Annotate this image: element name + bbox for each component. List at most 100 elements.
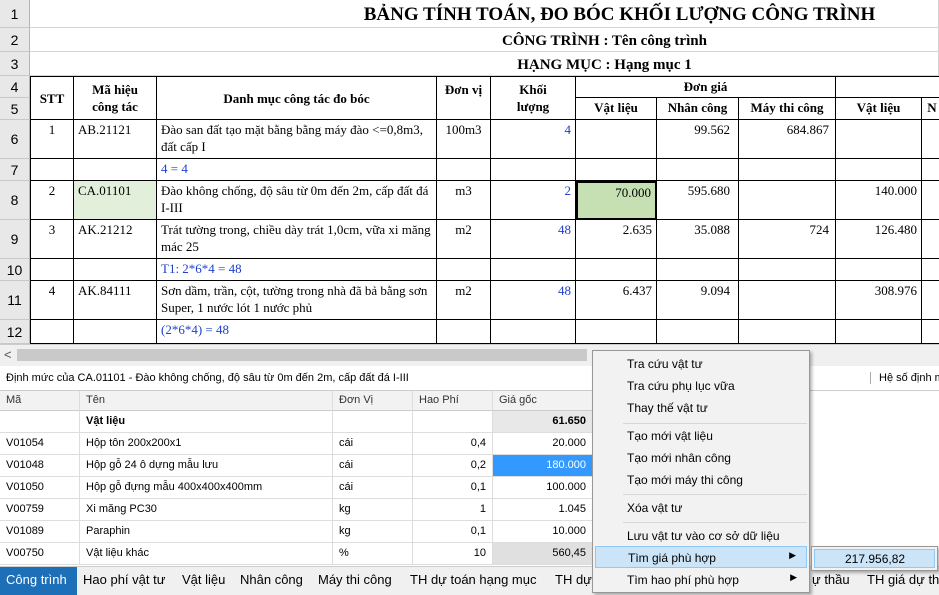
table-cell-code[interactable]: V00759: [0, 499, 80, 521]
cell[interactable]: [576, 159, 657, 181]
cell-labor-price[interactable]: 99.562: [657, 120, 739, 159]
cell-material-total[interactable]: 308.976: [836, 281, 922, 320]
table-cell-unit[interactable]: cái: [333, 455, 413, 477]
menu-item-luu-vat-tu[interactable]: Lưu vật tư vào cơ sở dữ liệu: [595, 525, 807, 547]
norm-grid[interactable]: Mã Tên Đơn Vị Hao Phí Giá gốc Vật liệu 6…: [0, 391, 600, 565]
spreadsheet[interactable]: 1 2 3 4 5 6 7 8 9 10 11 12 BẢNG TÍNH TOÁ…: [0, 0, 939, 344]
cell-quantity[interactable]: 48: [491, 220, 576, 259]
row-header[interactable]: 9: [0, 220, 30, 259]
menu-item-tra-cuu-vat-tu[interactable]: Tra cứu vật tư: [595, 353, 807, 375]
tab-may-thi-cong[interactable]: Máy thi công: [314, 567, 396, 595]
cell-labor-price[interactable]: 35.088: [657, 220, 739, 259]
row-header[interactable]: 3: [0, 52, 30, 76]
table-cell-consumption[interactable]: 1: [413, 499, 493, 521]
tab-th-gia-du-thau[interactable]: TH giá dự th: [863, 567, 939, 595]
table-cell-name[interactable]: Xi măng PC30: [80, 499, 333, 521]
cell[interactable]: [922, 159, 939, 181]
table-cell-unit[interactable]: kg: [333, 499, 413, 521]
table-cell-name[interactable]: Hộp gỗ 24 ô dựng mẫu lưu: [80, 455, 333, 477]
cell-unit[interactable]: m3: [437, 181, 491, 220]
cell[interactable]: [437, 159, 491, 181]
row-header[interactable]: 7: [0, 159, 30, 181]
cell-material-total[interactable]: 140.000: [836, 181, 922, 220]
cell-labor-price[interactable]: 595.680: [657, 181, 739, 220]
column-header-code[interactable]: Mã: [0, 391, 80, 411]
menu-item-xoa-vat-tu[interactable]: Xóa vật tư: [595, 497, 807, 519]
tab-nhan-cong[interactable]: Nhân công: [236, 567, 307, 595]
table-cell-code[interactable]: V01054: [0, 433, 80, 455]
table-cell-price-selected[interactable]: 180.000: [493, 455, 593, 477]
table-cell-price[interactable]: 560,45: [493, 543, 593, 565]
row-header[interactable]: 10: [0, 259, 30, 281]
menu-item-tim-hao-phi-phu-hop[interactable]: Tìm hao phí phù hợp ▶: [595, 569, 807, 591]
cell[interactable]: [836, 159, 922, 181]
table-cell-code[interactable]: V01089: [0, 521, 80, 543]
table-cell-unit[interactable]: cái: [333, 433, 413, 455]
cell-code[interactable]: CA.01101: [74, 181, 157, 220]
cell-description[interactable]: Đào không chống, độ sâu từ 0m đến 2m, cấ…: [157, 181, 437, 220]
menu-item-tao-moi-nhan-cong[interactable]: Tạo mới nhân công: [595, 447, 807, 469]
cell-code[interactable]: AK.21212: [74, 220, 157, 259]
cell-formula[interactable]: T1: 2*6*4 = 48: [157, 259, 437, 281]
cell[interactable]: [576, 320, 657, 344]
row-header[interactable]: 4: [0, 76, 30, 98]
table-cell-name[interactable]: Hộp gỗ đựng mẫu 400x400x400mm: [80, 477, 333, 499]
column-header-unit[interactable]: Đơn Vị: [333, 391, 413, 411]
menu-item-tim-gia-phu-hop[interactable]: Tìm giá phù hợp ▶: [595, 546, 807, 568]
table-cell-consumption[interactable]: 0,4: [413, 433, 493, 455]
cell-material-price[interactable]: 2.635: [576, 220, 657, 259]
cell[interactable]: [74, 159, 157, 181]
group-cell[interactable]: [0, 411, 80, 433]
submenu-item-price[interactable]: 217.956,82: [814, 549, 935, 568]
cell[interactable]: [922, 320, 939, 344]
table-cell-consumption[interactable]: 0,1: [413, 477, 493, 499]
cell[interactable]: [739, 259, 836, 281]
cell[interactable]: [576, 259, 657, 281]
cell-machine-price[interactable]: [739, 181, 836, 220]
table-cell-consumption[interactable]: 10: [413, 543, 493, 565]
cell[interactable]: [922, 181, 939, 220]
cell[interactable]: [922, 220, 939, 259]
cell-quantity[interactable]: 48: [491, 281, 576, 320]
cell[interactable]: [922, 281, 939, 320]
table-cell-consumption[interactable]: 0,2: [413, 455, 493, 477]
cell-formula[interactable]: 4 = 4: [157, 159, 437, 181]
cell[interactable]: [657, 320, 739, 344]
cell[interactable]: [836, 259, 922, 281]
row-header[interactable]: 5: [0, 98, 30, 120]
menu-item-tra-cuu-phu-luc-vua[interactable]: Tra cứu phụ lục vữa: [595, 375, 807, 397]
cell-machine-price[interactable]: [739, 281, 836, 320]
cell[interactable]: [739, 159, 836, 181]
cell-unit[interactable]: m2: [437, 281, 491, 320]
cell-stt[interactable]: 4: [30, 281, 74, 320]
tab-vat-lieu[interactable]: Vật liệu: [178, 567, 229, 595]
cell-description[interactable]: Sơn dầm, trần, cột, tường trong nhà đã b…: [157, 281, 437, 320]
cell-labor-price[interactable]: 9.094: [657, 281, 739, 320]
table-cell-price[interactable]: 20.000: [493, 433, 593, 455]
cell[interactable]: [836, 320, 922, 344]
cell[interactable]: [437, 320, 491, 344]
group-cell[interactable]: [413, 411, 493, 433]
group-cell[interactable]: [333, 411, 413, 433]
cell[interactable]: [437, 259, 491, 281]
tab-th-du[interactable]: TH dự: [551, 567, 596, 595]
cell-material-price[interactable]: [576, 120, 657, 159]
row-header[interactable]: 12: [0, 320, 30, 344]
cell-description[interactable]: Trát tường trong, chiều dày trát 1,0cm, …: [157, 220, 437, 259]
cell-stt[interactable]: 2: [30, 181, 74, 220]
cell[interactable]: [657, 259, 739, 281]
table-cell-unit[interactable]: kg: [333, 521, 413, 543]
row-header[interactable]: 8: [0, 181, 30, 220]
cell-formula[interactable]: (2*6*4) = 48: [157, 320, 437, 344]
cell-description[interactable]: Đào san đất tạo mặt bằng bằng máy đào <=…: [157, 120, 437, 159]
cell[interactable]: [30, 320, 74, 344]
cell[interactable]: [491, 320, 576, 344]
tab-hao-phi-vat-tu[interactable]: Hao phí vật tư: [79, 567, 169, 595]
cell-code[interactable]: AB.21121: [74, 120, 157, 159]
menu-item-tao-moi-may-thi-cong[interactable]: Tạo mới máy thi công: [595, 469, 807, 491]
cell[interactable]: [30, 259, 74, 281]
table-cell-price[interactable]: 1.045: [493, 499, 593, 521]
menu-item-tao-moi-vat-lieu[interactable]: Tạo mới vật liệu: [595, 425, 807, 447]
cell-material-total[interactable]: 126.480: [836, 220, 922, 259]
menu-item-thay-the-vat-tu[interactable]: Thay thế vật tư: [595, 397, 807, 419]
